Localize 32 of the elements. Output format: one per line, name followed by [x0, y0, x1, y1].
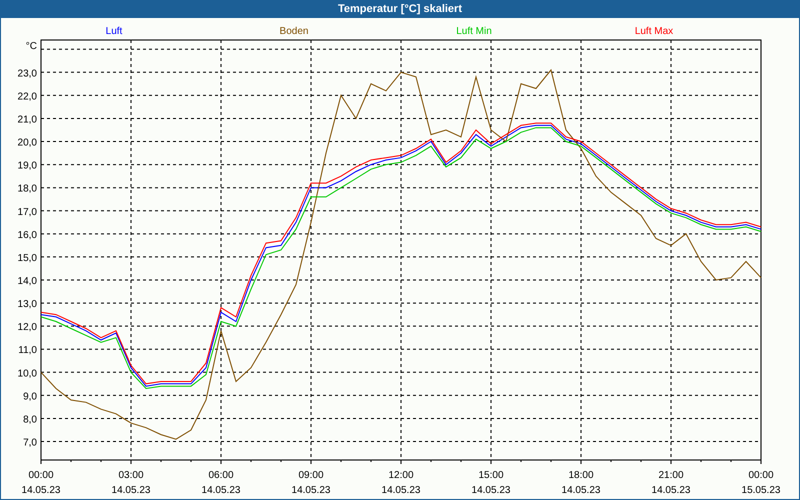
x-tick-label: 09:00 14.05.23 — [292, 470, 330, 496]
y-tick-label: 9,0 — [23, 391, 37, 402]
x-tick-label: 00:00 15.05.23 — [742, 470, 780, 496]
legend-label: Boden — [280, 26, 308, 37]
x-tick-label: 18:00 14.05.23 — [562, 470, 600, 496]
legend-label: Luft Max — [634, 26, 674, 37]
y-tick-label: 21,0 — [18, 114, 37, 126]
y-tick-label: 11,0 — [18, 345, 37, 356]
x-tick-label: 21:00 14.05.23 — [652, 470, 690, 496]
window-title: Temperatur [°C] skaliert — [1, 0, 799, 18]
y-tick-label: 19,0 — [18, 160, 37, 172]
y-tick-label: 16,0 — [18, 230, 37, 241]
y-tick-label: 13,0 — [18, 299, 37, 310]
x-tick-label: 15:00 14.05.23 — [472, 470, 510, 496]
x-tick-label: 03:00 14.05.23 — [112, 470, 150, 496]
y-tick-label: 12,0 — [18, 322, 37, 334]
y-tick-label: 22,0 — [18, 91, 37, 102]
legend-label: Luft Min — [456, 26, 492, 37]
y-tick-label: 15,0 — [18, 252, 37, 264]
y-tick-label: 20,0 — [18, 138, 37, 149]
x-tick-label: 00:00 14.05.23 — [22, 470, 60, 496]
y-tick-label: 18,0 — [18, 184, 37, 195]
x-tick-label: 12:00 14.05.23 — [382, 470, 420, 496]
y-axis-unit: °C — [26, 41, 37, 52]
legend-label: Luft — [106, 26, 122, 37]
y-tick-label: 17,0 — [18, 206, 37, 218]
y-tick-label: 8,0 — [23, 414, 37, 426]
y-tick-label: 7,0 — [23, 438, 37, 449]
y-tick-label: 14,0 — [18, 276, 37, 287]
x-tick-label: 06:00 14.05.23 — [202, 470, 240, 496]
y-tick-label: 10,0 — [18, 368, 37, 380]
y-tick-label: 23,0 — [18, 68, 37, 80]
